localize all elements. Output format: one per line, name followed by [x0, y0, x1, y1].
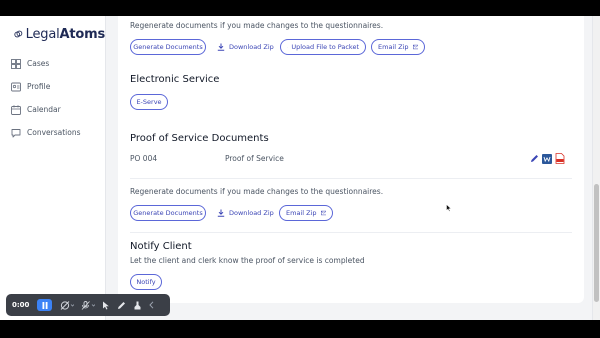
e-serve-label: E-Serve — [136, 98, 162, 106]
sidebar-nav: Cases Profile Calendar Conversations — [0, 52, 105, 144]
pos-generate-documents-label: Generate Documents — [133, 209, 203, 217]
pen-tool-button[interactable] — [117, 301, 126, 310]
calendar-icon — [11, 104, 21, 115]
pos-download-zip-button[interactable]: Download Zip — [217, 205, 274, 221]
cursor-pointer-icon — [103, 301, 110, 309]
document-code: PO 004 — [130, 154, 158, 163]
sidebar: LegalAtoms Cases Profile Calendar Conver… — [0, 16, 106, 320]
notify-client-title: Notify Client — [130, 241, 192, 252]
download-icon — [217, 43, 225, 51]
pause-button[interactable] — [37, 299, 53, 311]
generate-documents-label: Generate Documents — [133, 43, 203, 51]
conversations-icon — [11, 128, 21, 137]
profile-icon — [11, 82, 21, 91]
document-name: Proof of Service — [225, 154, 284, 163]
sidebar-item-conversations[interactable]: Conversations — [0, 121, 105, 144]
top-black-bar — [0, 0, 600, 16]
download-zip-button[interactable]: Download Zip — [217, 39, 274, 55]
generate-documents-button[interactable]: Generate Documents — [130, 39, 206, 55]
upload-file-label: Upload File to Packet — [291, 43, 359, 51]
document-actions — [530, 153, 565, 164]
case-documents-card: Regenerate documents if you made changes… — [118, 16, 584, 303]
pos-email-zip-label: Email Zip — [286, 209, 317, 217]
pause-icon — [42, 301, 48, 309]
sidebar-item-label: Conversations — [27, 128, 81, 137]
brand-name-bold: Atoms — [59, 26, 106, 42]
bottom-black-bar — [0, 320, 600, 338]
e-serve-button[interactable]: E-Serve — [130, 94, 168, 110]
email-zip-label: Email Zip — [378, 43, 409, 51]
pdf-document-icon[interactable] — [555, 153, 565, 164]
sidebar-item-label: Profile — [27, 82, 51, 91]
screen-recorder-toolbar: 0:00 — [6, 294, 170, 316]
pos-download-zip-label: Download Zip — [229, 209, 274, 217]
vertical-scrollbar[interactable] — [592, 16, 600, 320]
microphone-off-toggle[interactable] — [81, 300, 96, 310]
pointer-tool-button[interactable] — [102, 301, 110, 310]
mouse-cursor-icon — [446, 204, 452, 212]
download-icon — [217, 209, 225, 217]
camera-off-icon — [61, 300, 75, 310]
regenerate-hint: Regenerate documents if you made changes… — [130, 21, 384, 30]
mail-icon — [412, 44, 418, 50]
proof-of-service-title: Proof of Service Documents — [130, 133, 269, 144]
pos-email-zip-button[interactable]: Email Zip — [279, 205, 333, 221]
sidebar-item-cases[interactable]: Cases — [0, 52, 105, 75]
collapse-toolbar-button[interactable] — [149, 301, 154, 309]
pos-generate-documents-button[interactable]: Generate Documents — [130, 205, 206, 221]
pen-icon — [118, 301, 126, 309]
notify-button[interactable]: Notify — [130, 274, 162, 290]
email-zip-button[interactable]: Email Zip — [371, 39, 425, 55]
main-content: Regenerate documents if you made changes… — [106, 16, 592, 320]
mail-icon — [320, 210, 326, 216]
word-document-icon[interactable] — [542, 153, 552, 164]
highlighter-tool-button[interactable] — [133, 301, 142, 310]
sidebar-item-calendar[interactable]: Calendar — [0, 98, 105, 121]
sidebar-item-profile[interactable]: Profile — [0, 75, 105, 98]
sidebar-item-label: Cases — [27, 59, 50, 68]
scrollbar-thumb[interactable] — [594, 184, 599, 302]
notify-client-description: Let the client and clerk know the proof … — [130, 256, 365, 265]
cases-icon — [11, 58, 21, 69]
download-zip-label: Download Zip — [229, 43, 274, 51]
row-divider — [130, 178, 572, 179]
microphone-off-icon — [82, 300, 96, 310]
edit-pencil-icon[interactable] — [530, 154, 539, 163]
section-divider — [130, 232, 572, 233]
brand-name: LegalAtoms — [25, 26, 106, 42]
highlighter-icon — [134, 301, 141, 309]
brand-name-light: Legal — [25, 26, 60, 42]
camera-off-toggle[interactable] — [60, 300, 75, 310]
brand-logo[interactable]: LegalAtoms — [0, 16, 105, 46]
notify-label: Notify — [136, 278, 156, 286]
electronic-service-title: Electronic Service — [130, 74, 220, 85]
upload-file-to-packet-button[interactable]: Upload File to Packet — [280, 39, 366, 55]
chevron-left-icon — [149, 301, 154, 309]
sidebar-item-label: Calendar — [27, 105, 61, 114]
recording-timer: 0:00 — [12, 301, 30, 309]
legalatoms-logo-icon — [14, 30, 23, 38]
pos-regenerate-hint: Regenerate documents if you made changes… — [130, 187, 384, 196]
